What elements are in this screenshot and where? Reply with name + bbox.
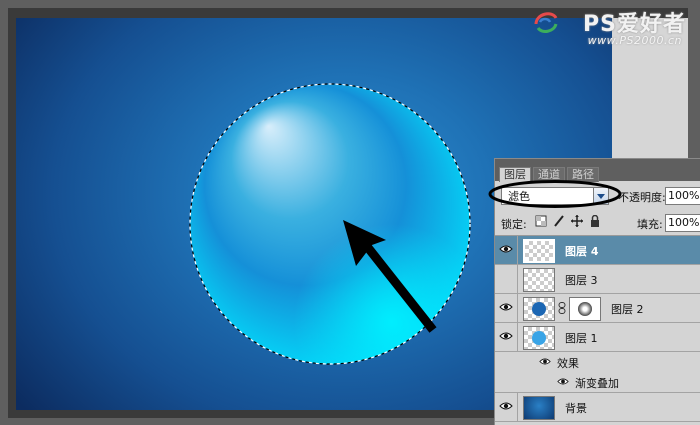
eye-icon [499,332,513,340]
fill-label: 填充: [637,218,663,231]
padlock-icon[interactable] [589,215,601,227]
eye-icon[interactable] [557,377,569,386]
fill-input[interactable]: 100% [665,214,700,232]
visibility-toggle[interactable] [495,236,518,264]
highlight-ellipse [488,180,622,208]
lock-label: 锁定: [501,218,527,231]
move-lock-icon[interactable] [571,215,583,227]
visibility-toggle[interactable] [495,294,518,322]
watermark-url: www.PS2000.cn [587,34,682,47]
effects-row[interactable]: 效果 [495,352,700,372]
opacity-input[interactable]: 100% [665,187,700,205]
layer-row-background[interactable]: 背景 [495,392,700,422]
layer-row-1[interactable]: 图层 1 [495,323,700,352]
lock-row: 锁定: 填充: 100% [495,211,700,236]
layers-panel: 图层 通道 路径 滤色 不透明度: 100% 锁定: 填充: 100% 图层 4… [488,158,700,425]
layer-thumbnail [523,297,555,321]
eye-icon [499,245,513,253]
layer-name: 图层 2 [611,303,644,316]
eye-icon[interactable] [539,357,551,366]
layer-name: 背景 [565,402,587,415]
opacity-label: 不透明度: [618,191,666,204]
eye-icon [499,402,513,410]
effect-item-row[interactable]: 渐变叠加 [495,372,700,392]
gradient-overlay-label: 渐变叠加 [575,377,619,390]
layer-row-3[interactable]: 图层 3 [495,265,700,294]
swirl-logo-icon [534,12,558,33]
layer-thumbnail [523,326,555,350]
panel-tabs: 图层 通道 路径 [495,159,700,182]
circle-thumb-icon [532,302,546,316]
visibility-toggle[interactable] [495,265,518,293]
blend-row: 滤色 不透明度: 100% [488,180,700,211]
watermark: PS爱好者 www.PS2000.cn [532,4,692,50]
transparency-lock-icon[interactable] [535,215,547,227]
circle-thumb-icon [532,331,546,345]
visibility-toggle[interactable] [495,323,518,351]
eye-icon [499,303,513,311]
layer-name: 图层 1 [565,332,598,345]
layer-name: 图层 3 [565,274,598,287]
effects-label: 效果 [557,357,579,370]
visibility-toggle[interactable] [495,393,518,421]
layer-thumbnail [523,396,555,420]
mask-circle-icon [578,302,592,316]
layer-thumbnail [523,268,555,292]
layer-name: 图层 4 [565,245,599,258]
chain-link-icon[interactable] [558,302,566,314]
layer-thumbnail [523,239,555,263]
layer-row-4[interactable]: 图层 4 [495,236,700,265]
layer-row-2[interactable]: 图层 2 [495,294,700,323]
brush-lock-icon[interactable] [553,215,565,227]
layer-mask-thumbnail[interactable] [569,297,601,321]
